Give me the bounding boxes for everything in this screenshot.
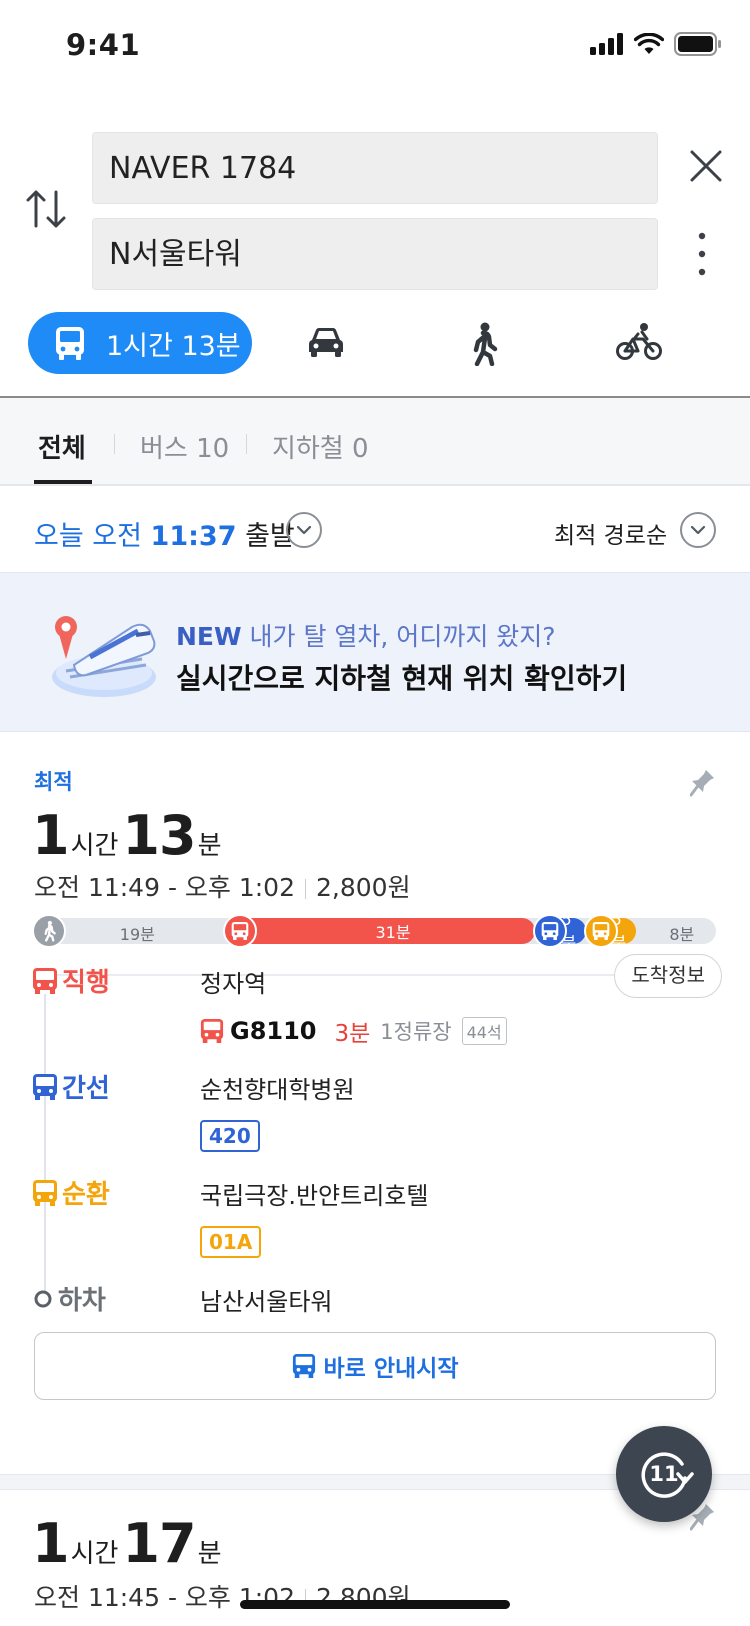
departure-row: 오늘 오전 11:37 출발 최적 경로순	[0, 488, 750, 572]
seats-badge: 44석	[461, 1017, 507, 1045]
route-duration: 1 시간 13 분	[32, 804, 226, 867]
leg-type-express: 직행	[32, 962, 110, 999]
route-duration: 1 시간 17 분	[32, 1512, 226, 1575]
segment-duration-label: 31분	[375, 923, 411, 942]
banner-subtitle: 실시간으로 지하철 현재 위치 확인하기	[176, 662, 628, 695]
status-time: 9:41	[66, 28, 141, 62]
departure-prefix: 오늘 오전	[34, 521, 151, 552]
leg-type-trunk: 간선	[32, 1068, 110, 1105]
car-icon[interactable]	[306, 322, 346, 362]
route-connector-line	[44, 994, 46, 1296]
bus-icon	[33, 1179, 57, 1206]
status-icons	[590, 32, 722, 56]
express-segment: 31분	[224, 918, 536, 944]
best-route-tag: 최적	[34, 770, 73, 794]
bus-icon	[33, 967, 57, 994]
home-indicator	[240, 1600, 510, 1609]
cellular-signal-icon	[590, 33, 623, 55]
tab-bus[interactable]: 버스 10	[140, 428, 229, 465]
sort-selector[interactable]: 최적 경로순	[554, 516, 667, 550]
sort-dropdown-button[interactable]	[680, 512, 716, 548]
transport-mode-tabs: 1시간 13분	[0, 312, 750, 396]
leg-type-alight: 하차	[32, 1280, 106, 1317]
departure-time: 11:37	[150, 521, 237, 552]
banner-headline: NEW 내가 탈 열차, 어디까지 왔지?	[176, 617, 556, 653]
refresh-count: 11	[649, 1462, 679, 1486]
leg-type-label: 직행	[62, 968, 110, 998]
bus-icon	[33, 1073, 57, 1100]
banner-headline-text: 내가 탈 열차, 어디까지 왔지?	[241, 622, 556, 651]
arrival-info-button[interactable]: 도착정보	[614, 954, 722, 998]
battery-icon	[674, 32, 721, 56]
active-tab-underline	[34, 480, 92, 484]
duration-hours-unit: 시간	[70, 831, 119, 861]
route-timeline-bar: 19분 31분 5분 5분 8분	[32, 910, 716, 952]
duration-hours: 1	[32, 1512, 70, 1575]
bus-icon	[292, 1354, 315, 1378]
leg-type-label: 순환	[62, 1180, 110, 1210]
start-guidance-button[interactable]: 바로 안내시작	[34, 1332, 716, 1400]
bus-detail: G8110 3분 1정류장 44석	[200, 1014, 507, 1048]
route-card[interactable]: 최적 1 시간 13 분 오전 11:49 - 오후 1:02 2,800원 19…	[0, 732, 750, 1474]
origin-input[interactable]: NAVER 1784	[92, 132, 658, 204]
status-bar: 9:41	[0, 0, 750, 92]
bicycle-icon[interactable]	[616, 322, 662, 362]
start-guidance-label: 바로 안내시작	[323, 1356, 459, 1382]
close-icon[interactable]	[684, 144, 728, 188]
departure-dropdown-button[interactable]	[286, 512, 322, 548]
swap-icon[interactable]	[24, 182, 68, 236]
fare: 2,800원	[316, 873, 411, 902]
wifi-icon	[634, 33, 664, 54]
boarding-stop: 순천향대학병원	[200, 1076, 355, 1104]
tab-separator	[246, 434, 247, 454]
walk-segment-label: 8분	[669, 925, 695, 944]
bus-number-badge[interactable]: 420	[200, 1120, 260, 1152]
wait-time: 3분	[334, 1021, 371, 1047]
route-time-range: 오전 11:49 - 오후 1:02 2,800원	[34, 868, 411, 904]
alight-marker-icon	[34, 1290, 52, 1307]
chevron-down-icon	[690, 525, 706, 535]
leg-type-circular: 순환	[32, 1174, 110, 1211]
new-badge: NEW	[176, 622, 242, 651]
walk-icon[interactable]	[466, 322, 500, 366]
alighting-stop: 남산서울타워	[200, 1288, 333, 1316]
promo-banner[interactable]: NEW 내가 탈 열차, 어디까지 왔지? 실시간으로 지하철 현재 위치 확인…	[0, 572, 750, 732]
separator	[305, 879, 306, 899]
bus-icon	[222, 914, 257, 948]
transit-duration: 1시간 13분	[106, 330, 241, 362]
duration-hours: 1	[32, 804, 70, 867]
bus-number-badge[interactable]: 01A	[200, 1226, 262, 1258]
boarding-stop: 국립극장.반얀트리호텔	[200, 1182, 429, 1210]
subway-train-illustration	[52, 616, 156, 697]
tab-all[interactable]: 전체	[38, 428, 86, 465]
destination-input[interactable]: N서울타워	[92, 218, 658, 290]
bus-icon	[583, 914, 618, 948]
duration-minutes: 13	[122, 804, 196, 867]
stops-away: 1정류장	[380, 1020, 452, 1044]
departure-time-selector[interactable]: 오늘 오전 11:37 출발	[34, 514, 295, 553]
tab-transit[interactable]: 1시간 13분	[28, 312, 252, 374]
duration-minutes-unit: 분	[197, 831, 222, 861]
bus-icon	[200, 1019, 224, 1043]
bus-number[interactable]: G8110	[230, 1017, 317, 1045]
bus-icon	[56, 327, 84, 360]
refresh-button[interactable]: 11	[616, 1426, 712, 1522]
route-filter-tabs: 전체 버스 10 지하철 0	[0, 398, 750, 486]
tab-subway[interactable]: 지하철 0	[272, 428, 369, 465]
more-vertical-icon[interactable]	[688, 226, 716, 282]
boarding-stop: 정자역	[200, 970, 267, 998]
pin-icon[interactable]	[690, 762, 720, 798]
leg-type-label: 간선	[62, 1074, 110, 1104]
chevron-down-icon	[296, 525, 312, 535]
walk-icon	[32, 914, 66, 948]
leg-type-label: 하차	[58, 1286, 106, 1316]
tab-separator	[114, 434, 115, 454]
duration-minutes: 17	[122, 1512, 196, 1575]
time-range: 오전 11:49 - 오후 1:02	[34, 873, 295, 902]
duration-hours-unit: 시간	[70, 1539, 119, 1569]
duration-minutes-unit: 분	[197, 1539, 222, 1569]
walk-segment-label: 19분	[119, 925, 155, 944]
